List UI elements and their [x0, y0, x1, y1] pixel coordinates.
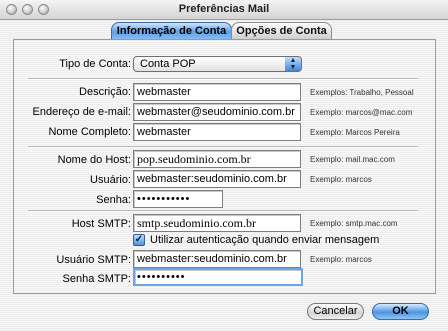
host-field[interactable]: pop.seudominio.com.br: [133, 150, 301, 168]
ok-button[interactable]: OK: [372, 303, 429, 320]
full-name-hint: Exemplo: Marcos Pereira: [310, 128, 400, 137]
smtp-host-hint: Exemplo: smtp.mac.com: [310, 219, 398, 228]
user-label: Usuário:: [90, 174, 131, 186]
user-field[interactable]: webmaster:seudominio.com.br: [133, 170, 301, 188]
full-name-field[interactable]: webmaster: [133, 123, 301, 141]
host-label: Nome do Host:: [57, 154, 131, 166]
cancel-button[interactable]: Cancelar: [307, 303, 364, 320]
smtp-password-label: Senha SMTP:: [62, 273, 131, 285]
account-type-label: Tipo de Conta:: [59, 58, 131, 70]
title-bar: Preferências Mail: [0, 0, 448, 20]
separator: [28, 146, 418, 148]
smtp-host-field[interactable]: smtp.seudominio.com.br: [133, 214, 301, 232]
smtp-auth-checkbox[interactable]: ✓: [133, 234, 145, 246]
account-type-select[interactable]: Conta POP ▲ ▼: [133, 56, 302, 72]
smtp-auth-label[interactable]: Utilizar autenticação quando enviar mens…: [150, 234, 379, 246]
tab-account-options[interactable]: Opções de Conta: [231, 22, 332, 40]
smtp-host-label: Host SMTP:: [71, 218, 131, 230]
description-hint: Exemplos: Trabalho, Pessoal: [310, 88, 414, 97]
tab-account-information[interactable]: Informação de Conta: [111, 22, 232, 40]
separator: [28, 78, 418, 80]
password-label: Senha:: [96, 194, 131, 206]
separator: [28, 210, 418, 212]
host-hint: Exemplo: mail.mac.com: [310, 155, 395, 164]
email-label: Endereço de e-mail:: [32, 106, 131, 118]
email-hint: Exemplo: marcos@mac.com: [310, 108, 413, 117]
popup-arrows-icon: ▲ ▼: [285, 57, 301, 71]
smtp-user-label: Usuário SMTP:: [56, 254, 131, 266]
smtp-user-field[interactable]: webmaster:seudominio.com.br: [133, 250, 301, 268]
smtp-user-hint: Exemplo: marcos: [310, 255, 372, 264]
window-title: Preferências Mail: [178, 3, 270, 15]
account-type-value: Conta POP: [140, 58, 196, 70]
description-field[interactable]: webmaster: [133, 83, 301, 101]
password-field[interactable]: •••••••••••: [133, 190, 223, 208]
smtp-password-field[interactable]: ••••••••••: [133, 268, 303, 286]
mail-preferences-window: Preferências Mail Informação de Conta Op…: [0, 0, 448, 331]
email-field[interactable]: webmaster@seudominio.com.br: [133, 103, 301, 121]
full-name-label: Nome Completo:: [48, 126, 131, 138]
user-hint: Exemplo: marcos: [310, 175, 372, 184]
description-label: Descrição:: [79, 86, 131, 98]
checkmark-icon: ✓: [134, 234, 144, 245]
